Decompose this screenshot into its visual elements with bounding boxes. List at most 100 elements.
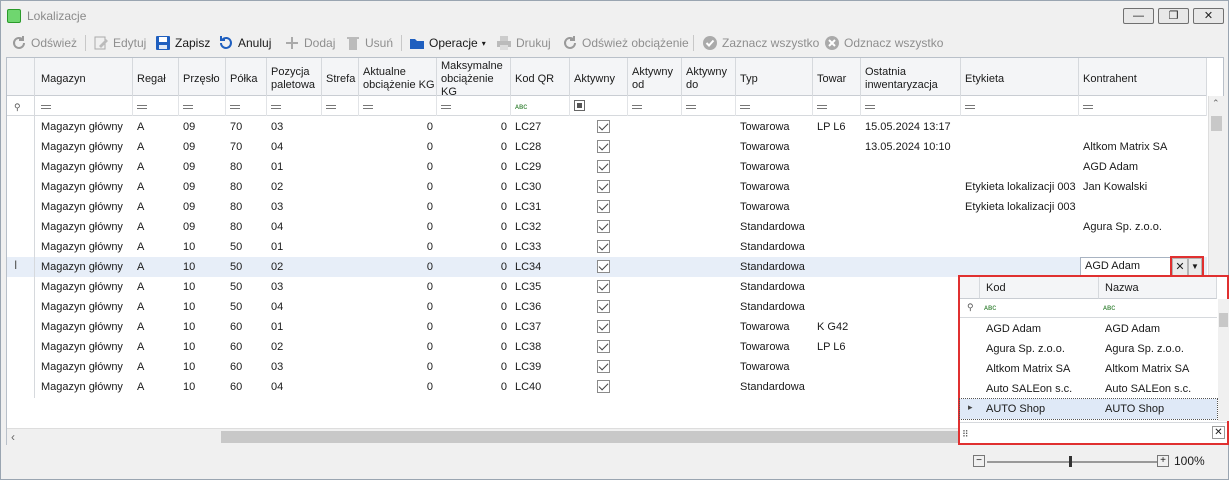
cell-magazyn[interactable]: Magazyn główny	[37, 117, 133, 137]
popup-list-item[interactable]: AGD Adam AGD Adam	[960, 319, 1217, 339]
active-checkbox[interactable]	[597, 220, 610, 233]
cell-typ[interactable]: Standardowa	[736, 297, 813, 317]
popup-cell-nazwa[interactable]: Altkom Matrix SA	[1101, 359, 1217, 379]
cell-typ[interactable]: Towarowa	[736, 157, 813, 177]
cell-kontrahent[interactable]	[1079, 237, 1207, 257]
cell-maks[interactable]: 0	[437, 357, 511, 377]
cell-kontrahent[interactable]: Jan Kowalski	[1079, 177, 1207, 197]
popup-list-item[interactable]: Auto SALEon s.c. Auto SALEon s.c.	[960, 379, 1217, 399]
cell-strefa[interactable]	[322, 257, 359, 277]
column-header-maks[interactable]: Maksymalne obciążenie KG	[437, 58, 511, 98]
cell-strefa[interactable]	[322, 297, 359, 317]
cell-regal[interactable]: A	[133, 377, 179, 397]
active-checkbox[interactable]	[597, 240, 610, 253]
cell-typ[interactable]: Standardowa	[736, 277, 813, 297]
table-row[interactable]: Magazyn główny A 10 50 01 0 0 LC33 Standardowa	[7, 237, 1207, 257]
cell-strefa[interactable]	[322, 117, 359, 137]
active-checkbox[interactable]	[597, 300, 610, 313]
table-row[interactable]: Magazyn główny A 09 80 04 0 0 LC32 Standardowa Ag…	[7, 217, 1207, 237]
cell-regal[interactable]: A	[133, 117, 179, 137]
cell-typ[interactable]: Towarowa	[736, 177, 813, 197]
cell-poz[interactable]: 04	[267, 377, 322, 397]
cell-etykieta[interactable]: Etykieta lokalizacji 003	[961, 197, 1079, 217]
add-button[interactable]: Dodaj	[284, 34, 335, 52]
scroll-thumb[interactable]	[1219, 313, 1228, 327]
filter-row[interactable]: ᴀʙc	[7, 96, 1207, 116]
cell-regal[interactable]: A	[133, 177, 179, 197]
cell-kod[interactable]: LC35	[511, 277, 570, 297]
column-header-od[interactable]: Aktywny od	[628, 58, 682, 96]
cell-polka[interactable]: 80	[226, 217, 267, 237]
zoom-out-button[interactable]: −	[973, 455, 985, 467]
restore-button[interactable]: ❐	[1158, 8, 1189, 24]
cell-poz[interactable]: 01	[267, 317, 322, 337]
cell-kod[interactable]: LC39	[511, 357, 570, 377]
cell-maks[interactable]: 0	[437, 117, 511, 137]
cell-do[interactable]	[682, 297, 736, 317]
cell-od[interactable]	[628, 117, 682, 137]
refresh-load-button[interactable]: Odśwież obciążenie	[562, 34, 689, 52]
cell-magazyn[interactable]: Magazyn główny	[37, 237, 133, 257]
cell-przeslo[interactable]: 09	[179, 157, 226, 177]
cell-inw[interactable]	[861, 237, 961, 257]
minimize-button[interactable]: —	[1123, 8, 1154, 24]
cell-poz[interactable]: 01	[267, 237, 322, 257]
cell-maks[interactable]: 0	[437, 157, 511, 177]
cell-etykieta[interactable]	[961, 137, 1079, 157]
scroll-up-icon[interactable]: ⌃	[1212, 98, 1220, 109]
cell-towar[interactable]	[813, 177, 861, 197]
active-checkbox[interactable]	[597, 380, 610, 393]
cell-typ[interactable]: Towarowa	[736, 137, 813, 157]
cell-kod[interactable]: LC27	[511, 117, 570, 137]
popup-header-nazwa[interactable]: Nazwa	[1099, 277, 1217, 299]
equals-filter-icon[interactable]	[861, 96, 961, 116]
popup-list-item[interactable]: ▸ AUTO Shop AUTO Shop	[959, 398, 1218, 420]
contractor-dropdown-popup[interactable]: Kod Nazwa ⚲ ᴀʙc ᴀʙc AGD Adam AGD Adam Agur…	[958, 275, 1229, 445]
cell-regal[interactable]: A	[133, 157, 179, 177]
cell-maks[interactable]: 0	[437, 297, 511, 317]
cell-przeslo[interactable]: 09	[179, 117, 226, 137]
equals-filter-icon[interactable]	[133, 96, 179, 116]
cell-od[interactable]	[628, 177, 682, 197]
cell-etykieta[interactable]	[961, 117, 1079, 137]
cell-do[interactable]	[682, 317, 736, 337]
cell-magazyn[interactable]: Magazyn główny	[37, 197, 133, 217]
cell-polka[interactable]: 80	[226, 177, 267, 197]
popup-cell-nazwa[interactable]: AGD Adam	[1101, 319, 1217, 339]
cell-inw[interactable]	[861, 257, 961, 277]
cell-inw[interactable]	[861, 197, 961, 217]
cell-towar[interactable]	[813, 357, 861, 377]
cell-strefa[interactable]	[322, 217, 359, 237]
cell-polka[interactable]: 50	[226, 257, 267, 277]
equals-filter-icon[interactable]	[322, 96, 359, 116]
cell-regal[interactable]: A	[133, 277, 179, 297]
cell-przeslo[interactable]: 10	[179, 257, 226, 277]
cell-od[interactable]	[628, 377, 682, 397]
cell-maks[interactable]: 0	[437, 337, 511, 357]
refresh-button[interactable]: Odśwież	[11, 34, 77, 52]
scroll-thumb[interactable]	[1211, 116, 1222, 131]
cell-polka[interactable]: 60	[226, 377, 267, 397]
cell-typ[interactable]: Towarowa	[736, 317, 813, 337]
popup-header-kod[interactable]: Kod	[980, 277, 1099, 299]
cell-od[interactable]	[628, 237, 682, 257]
popup-filter-row[interactable]: ⚲ ᴀʙc ᴀʙc	[960, 299, 1217, 318]
popup-cell-kod[interactable]: AGD Adam	[982, 319, 1099, 339]
cell-od[interactable]	[628, 217, 682, 237]
popup-cell-kod[interactable]: Agura Sp. z.o.o.	[982, 339, 1099, 359]
cell-do[interactable]	[682, 337, 736, 357]
active-checkbox[interactable]	[597, 260, 610, 273]
cell-kod[interactable]: LC28	[511, 137, 570, 157]
popup-close-icon[interactable]: ✕	[1212, 426, 1225, 439]
cell-akt[interactable]: 0	[359, 377, 437, 397]
cell-kod[interactable]: LC32	[511, 217, 570, 237]
cell-strefa[interactable]	[322, 157, 359, 177]
zoom-in-button[interactable]: +	[1157, 455, 1169, 467]
cell-towar[interactable]	[813, 137, 861, 157]
column-header-magazyn[interactable]: Magazyn	[37, 58, 133, 96]
cell-poz[interactable]: 04	[267, 137, 322, 157]
table-row[interactable]: Magazyn główny A 09 70 03 0 0 LC27 Towarowa LP L6…	[7, 117, 1207, 137]
active-checkbox[interactable]	[597, 280, 610, 293]
popup-cell-kod[interactable]: AUTO Shop	[982, 399, 1099, 419]
cell-towar[interactable]	[813, 157, 861, 177]
